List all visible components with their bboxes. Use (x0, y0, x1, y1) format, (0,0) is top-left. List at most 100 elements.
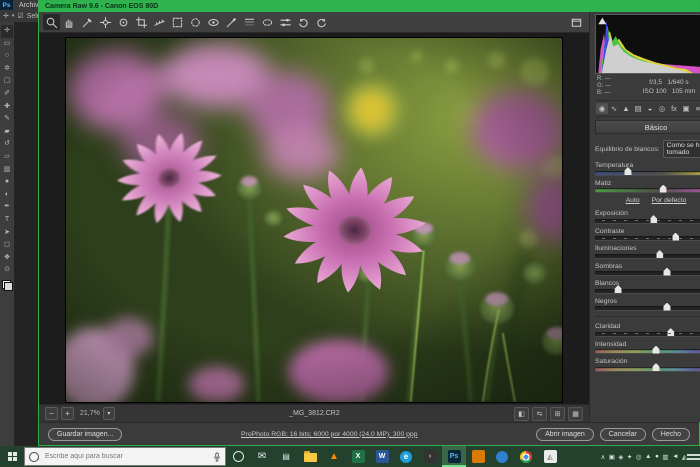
white-balance-tool-button[interactable] (79, 14, 96, 30)
workflow-options-link[interactable]: ProPhoto RGB; 16 bits; 6000 por 4000 (24… (128, 431, 530, 438)
auto-select-checkbox[interactable]: ☑ (17, 12, 23, 20)
tab-split-toning[interactable]: ◒ (644, 103, 656, 114)
slider-track[interactable] (595, 367, 700, 371)
hand-tool-button[interactable] (61, 14, 78, 30)
tab-tone-curve[interactable]: ∿ (608, 103, 620, 114)
zoom-tool[interactable]: ⊙ (1, 264, 13, 277)
network-icon[interactable]: ◄ (672, 453, 678, 460)
tab-lens-corrections[interactable]: ◎ (656, 103, 668, 114)
tray-icon-3[interactable]: ✦ (627, 453, 632, 461)
background-color[interactable] (4, 282, 13, 291)
slider-track[interactable] (595, 254, 700, 258)
swap-before-after-icon[interactable]: ⇆ (532, 407, 547, 421)
spot-heal-tool[interactable]: ✚ (1, 101, 13, 114)
zoom-out-button[interactable]: − (45, 407, 58, 420)
crop-tool-button[interactable] (133, 14, 150, 30)
slider-track[interactable] (595, 171, 700, 175)
tray-icon-6[interactable]: ● (655, 453, 659, 460)
slider-track[interactable] (595, 188, 700, 192)
lasso-tool[interactable]: ○ (1, 50, 13, 63)
straighten-tool-button[interactable] (151, 14, 168, 30)
slider-track[interactable] (595, 349, 700, 353)
save-image-button[interactable]: Guardar imagen... (48, 428, 122, 441)
search-input[interactable] (43, 452, 209, 461)
flower-photo[interactable] (65, 37, 563, 403)
tab-presets[interactable]: ≡ (692, 103, 700, 114)
targeted-adjustment-tool-button[interactable] (115, 14, 132, 30)
crop-tool[interactable]: ▢ (1, 75, 13, 88)
eyedropper-tool[interactable]: ✐ (1, 88, 13, 101)
magic-wand-tool[interactable]: ✲ (1, 63, 13, 76)
auto-link[interactable]: Auto (626, 197, 640, 204)
slider-track[interactable] (595, 219, 700, 223)
taskbar-app-orange-app[interactable] (466, 446, 490, 467)
clone-stamp-tool[interactable]: ▰ (1, 126, 13, 139)
blur-tool[interactable]: ● (1, 176, 13, 189)
white-balance-select[interactable]: Como se ha tomado ▾ (663, 140, 700, 158)
gradient-tool[interactable]: ▥ (1, 164, 13, 177)
tab-effects[interactable]: fx (668, 103, 680, 114)
tab-basic[interactable]: ◉ (596, 103, 608, 114)
tray-icon-1[interactable]: ▣ (609, 453, 615, 461)
taskbar-app-photos[interactable]: ◭ (538, 446, 562, 467)
red-eye-tool-button[interactable] (205, 14, 222, 30)
slider-track[interactable] (595, 236, 700, 240)
chevron-up[interactable]: ∧ (600, 453, 605, 461)
type-tool[interactable]: T (1, 214, 13, 227)
preferences-tool-button[interactable] (277, 14, 294, 30)
zoom-tool-button[interactable] (43, 14, 60, 30)
histogram[interactable] (595, 14, 700, 74)
rotate-left-tool-button[interactable] (295, 14, 312, 30)
slider-track[interactable] (595, 306, 700, 310)
rect-shape-tool[interactable]: ◻ (1, 239, 13, 252)
taskbar-search[interactable] (24, 447, 226, 466)
default-link[interactable]: Por defecto (652, 197, 687, 204)
taskbar-app-chrome[interactable] (514, 446, 538, 467)
taskbar-app-terminal[interactable]: › (418, 446, 442, 467)
dodge-tool[interactable]: ◐ (1, 189, 13, 202)
copy-settings-icon[interactable]: ⊞ (550, 407, 565, 421)
color-sampler-tool-button[interactable] (97, 14, 114, 30)
taskbar-app-cortana[interactable] (226, 446, 250, 467)
cancel-button[interactable]: Cancelar (600, 428, 646, 441)
brush-tool[interactable]: ✎ (1, 113, 13, 126)
graduated-filter-tool-button[interactable] (241, 14, 258, 30)
spot-removal-tool-button[interactable] (187, 14, 204, 30)
zoom-in-button[interactable]: + (61, 407, 74, 420)
toggle-fullscreen-button[interactable] (568, 14, 585, 30)
tab-hsl-grayscale[interactable]: ▤ (632, 103, 644, 114)
preview-preferences-icon[interactable]: ▦ (568, 407, 583, 421)
taskbar-app-excel[interactable]: X (346, 446, 370, 467)
transform-tool-button[interactable] (169, 14, 186, 30)
slider-track[interactable] (595, 289, 700, 293)
history-brush-tool[interactable]: ↺ (1, 138, 13, 151)
preview-mode-icon[interactable]: ◧ (514, 407, 529, 421)
open-image-button[interactable]: Abrir imagen (536, 428, 594, 441)
done-button[interactable]: Hecho (652, 428, 690, 441)
hand-tool[interactable]: ❖ (1, 252, 13, 265)
path-select-tool[interactable]: ➤ (1, 227, 13, 240)
taskbar-app-edge[interactable]: e (394, 446, 418, 467)
slider-track[interactable] (595, 332, 700, 336)
tray-icon-7[interactable]: ▥ (662, 453, 668, 461)
slider-track[interactable] (595, 271, 700, 275)
move-tool[interactable]: ✛ (1, 25, 13, 38)
pen-tool[interactable]: ✒ (1, 201, 13, 214)
tab-camera-calibration[interactable]: ▣ (680, 103, 692, 114)
dialog-title[interactable]: Camera Raw 9.6 - Canon EOS 80D (39, 1, 699, 12)
taskbar-clock[interactable] (687, 454, 700, 460)
color-swatches[interactable] (2, 280, 13, 291)
zoom-level-dropdown[interactable]: ▾ (103, 407, 115, 420)
radial-filter-tool-button[interactable] (259, 14, 276, 30)
taskbar-app-vlc[interactable]: ▲ (322, 446, 346, 467)
tray-icon-4[interactable]: ◎ (636, 453, 642, 461)
tray-icon-5[interactable]: ▲ (645, 453, 651, 460)
taskbar-app-word[interactable]: W (370, 446, 394, 467)
tab-detail[interactable]: ▲ (620, 103, 632, 114)
rotate-right-tool-button[interactable] (313, 14, 330, 30)
eraser-tool[interactable]: ▱ (1, 151, 13, 164)
taskbar-app-store[interactable]: ▤ (274, 446, 298, 467)
tray-icon-2[interactable]: ◈ (618, 453, 623, 461)
start-button[interactable] (0, 446, 24, 467)
rect-marquee-tool[interactable]: ▭ (1, 38, 13, 51)
